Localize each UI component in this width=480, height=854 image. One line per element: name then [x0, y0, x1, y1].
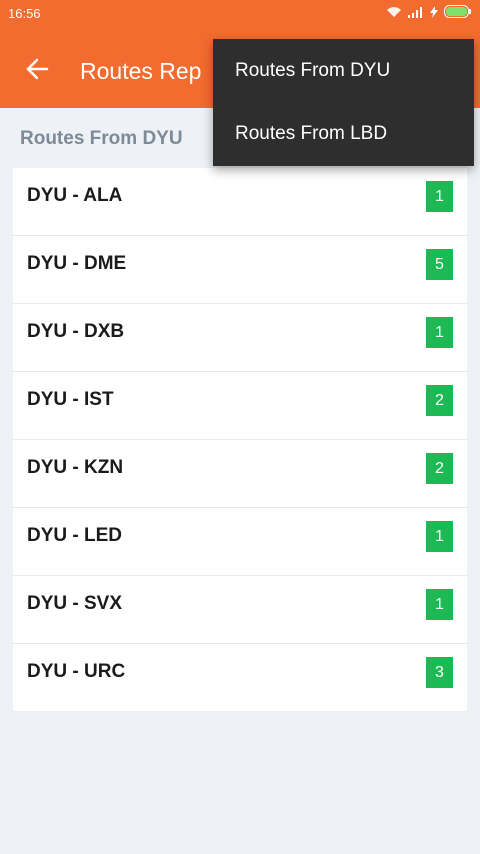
- route-label: DYU - URC: [27, 661, 126, 682]
- route-count-badge: 1: [426, 589, 453, 620]
- back-arrow-icon[interactable]: [22, 54, 52, 84]
- section-header: Routes From DYU: [20, 128, 183, 149]
- route-count-badge: 1: [426, 181, 453, 212]
- route-label: DYU - KZN: [27, 457, 124, 478]
- list-item[interactable]: DYU - KZN 2: [13, 440, 467, 508]
- list-item[interactable]: DYU - DXB 1: [13, 304, 467, 372]
- route-count-badge: 1: [426, 521, 453, 552]
- route-label: DYU - DXB: [27, 321, 125, 342]
- battery-icon: [444, 5, 472, 18]
- charging-icon: [430, 5, 438, 18]
- signal-icon: [408, 6, 424, 18]
- status-icons: [386, 5, 472, 18]
- list-item[interactable]: DYU - IST 2: [13, 372, 467, 440]
- routes-list: DYU - ALA 1 DYU - DME 5 DYU - DXB 1 DYU …: [13, 168, 467, 711]
- route-label: DYU - DME: [27, 253, 127, 274]
- route-label: DYU - ALA: [27, 185, 123, 206]
- menu-item-routes-dyu[interactable]: Routes From DYU: [213, 39, 474, 102]
- route-count-badge: 1: [426, 317, 453, 348]
- list-item[interactable]: DYU - SVX 1: [13, 576, 467, 644]
- route-count-badge: 5: [426, 249, 453, 280]
- route-count-badge: 2: [426, 453, 453, 484]
- list-item[interactable]: DYU - LED 1: [13, 508, 467, 576]
- wifi-icon: [386, 6, 402, 18]
- route-label: DYU - LED: [27, 525, 122, 546]
- status-time: 16:56: [8, 6, 41, 21]
- overflow-menu: Routes From DYU Routes From LBD: [213, 39, 474, 166]
- status-bar: 16:56: [0, 0, 480, 28]
- list-item[interactable]: DYU - URC 3: [13, 644, 467, 711]
- route-count-badge: 3: [426, 657, 453, 688]
- list-item[interactable]: DYU - DME 5: [13, 236, 467, 304]
- route-count-badge: 2: [426, 385, 453, 416]
- menu-item-routes-lbd[interactable]: Routes From LBD: [213, 102, 474, 165]
- route-label: DYU - SVX: [27, 593, 123, 614]
- list-item[interactable]: DYU - ALA 1: [13, 168, 467, 236]
- route-label: DYU - IST: [27, 389, 114, 410]
- page-title: Routes Rep: [80, 58, 202, 84]
